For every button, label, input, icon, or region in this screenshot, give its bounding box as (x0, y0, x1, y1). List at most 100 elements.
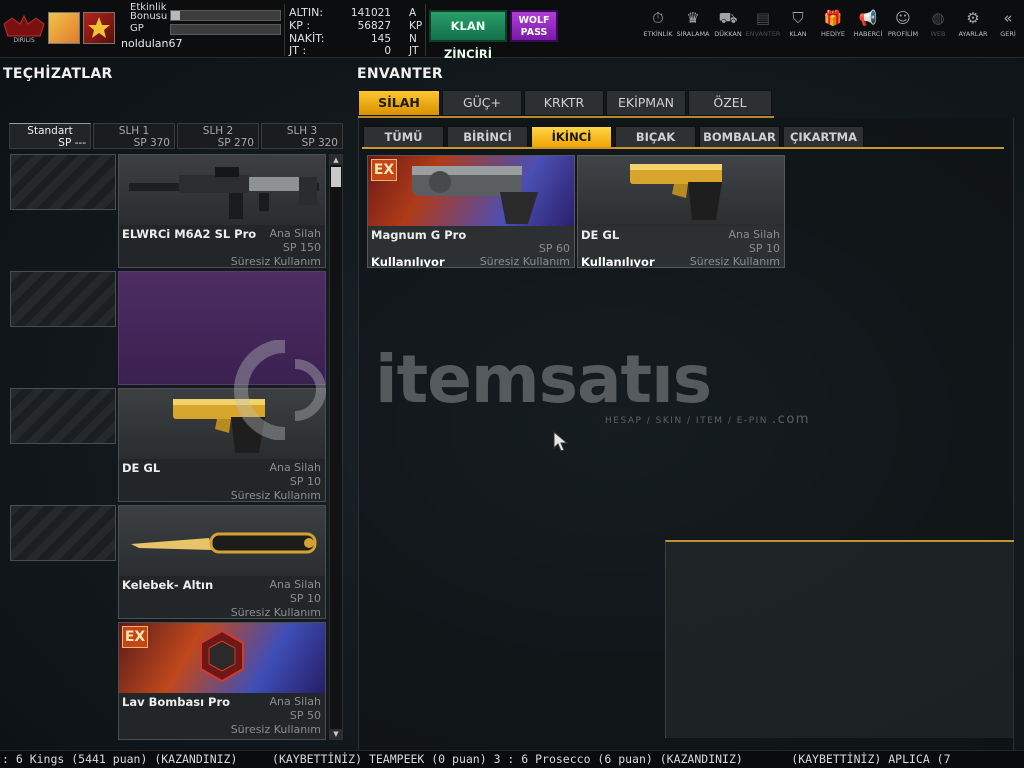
subtab-tumu[interactable]: TÜMÜ (363, 126, 444, 148)
cart-icon: ⛟ (718, 9, 738, 27)
weapon-name: Kelebek- Altın (122, 578, 214, 592)
nav-label: WEB (930, 30, 946, 38)
currency-value: 56827 (357, 20, 391, 32)
weapon-duration: Süresiz Kullanım (230, 606, 321, 619)
mouse-cursor-icon (553, 431, 569, 452)
username: noldulan67 (121, 37, 183, 50)
slot-tab-slh2[interactable]: SLH 2 SP 270 (177, 123, 259, 149)
nav-cart[interactable]: ⛟ DÜKKAN (710, 9, 746, 38)
inventory-title: ENVANTER (357, 66, 444, 82)
slot-tab-sp: SP 370 (133, 137, 170, 149)
slot-tab-slh3[interactable]: SLH 3 SP 320 (261, 123, 343, 149)
item-sp: SP 10 (748, 242, 780, 255)
empty-sticker-slot[interactable] (10, 154, 116, 210)
inventory-item[interactable]: EX Magnum G Pro SP 60 Kullanılıyor Süres… (367, 155, 575, 268)
watermark: itemsatıs HESAP / SKIN / ITEM / E-PIN .co… (215, 340, 815, 440)
currency-unit: KP (409, 20, 423, 32)
weapon-type: Ana Silah (269, 695, 321, 708)
nav-label: PROFİLİM (887, 30, 919, 38)
gear-icon: ⚙ (966, 9, 980, 27)
nav-gift[interactable]: 🎁 HEDİYE (815, 9, 851, 38)
bonus-label-2: Bonusu (130, 11, 168, 22)
empty-sticker-slot[interactable] (10, 505, 116, 561)
inventory-item[interactable]: DE GL Ana Silah SP 10 Kullanılıyor Süres… (577, 155, 785, 268)
nav-gear[interactable]: ⚙ AYARLAR (955, 9, 991, 38)
gp-label: GP (130, 23, 144, 34)
nav-inventory[interactable]: ▤ ENVANTER (745, 9, 781, 38)
profile-icon: ☺ (895, 9, 911, 27)
tab-silah[interactable]: SİLAH (358, 90, 440, 116)
item-name: Magnum G Pro (371, 228, 467, 242)
klan-zinciri-button[interactable]: KLAN ZİNCİRİ (429, 10, 507, 61)
tab-ozel[interactable]: ÖZEL (688, 90, 772, 116)
back-icon: « (1003, 9, 1013, 27)
nav-profile[interactable]: ☺ PROFİLİM (885, 9, 921, 38)
globe-icon: ◍ (931, 9, 945, 27)
slot-tab-name: SLH 2 (202, 125, 234, 137)
currency-value: 141021 (350, 7, 391, 19)
empty-sticker-slot[interactable] (10, 271, 116, 327)
weapon-image (119, 155, 325, 225)
subtab-cikartma[interactable]: ÇIKARTMA (783, 126, 864, 148)
watermark-subtext: HESAP / SKIN / ITEM / E-PIN .com (605, 412, 810, 427)
nav-medal[interactable]: ♛ SIRALAMA (675, 9, 711, 38)
magnum-image: EX (368, 156, 574, 226)
scroll-thumb[interactable] (331, 167, 341, 187)
nav-megaphone[interactable]: 📢 HABERCİ (850, 9, 886, 38)
ex-tag: EX (122, 626, 148, 648)
equipped-weapon-card[interactable]: ELWRCi M6A2 SL Pro Ana Silah SP 150 Süre… (118, 154, 326, 268)
subtab-ikinci[interactable]: İKİNCİ (531, 126, 612, 148)
nav-label: ETKİNLİK (643, 30, 673, 38)
watermark-suffix: .com (772, 412, 810, 427)
inventory-icon: ▤ (755, 9, 771, 27)
ex-tag: EX (371, 159, 397, 181)
equipped-grenade-card[interactable]: EX Lav Bombası Pro Ana Silah SP 50 Süres… (118, 622, 326, 740)
slot-tab-sp: SP --- (58, 137, 86, 149)
svg-text:DIRILIS: DIRILIS (13, 37, 34, 44)
currency-unit: N (409, 33, 417, 45)
nav-label: KLAN (789, 30, 807, 38)
weapon-duration: Süresiz Kullanım (230, 255, 321, 268)
equipment-scrollbar[interactable]: ▲ ▼ (329, 154, 343, 740)
game-logo: DIRILIS (3, 14, 45, 44)
nav-globe[interactable]: ◍ WEB (920, 9, 956, 38)
nav-label: GERİ (1000, 30, 1016, 38)
gift-icon: 🎁 (823, 9, 843, 27)
scroll-down-icon[interactable]: ▼ (330, 729, 342, 739)
tab-ekipman[interactable]: EKİPMAN (606, 90, 686, 116)
subtab-birinci[interactable]: BİRİNCİ (447, 126, 528, 148)
subtab-bombalar[interactable]: BOMBALAR (699, 126, 780, 148)
inventory-tabs: SİLAH GÜÇ+ KRKTR EKİPMAN ÖZEL (358, 90, 1018, 118)
profile-portrait[interactable] (48, 12, 80, 44)
subtab-bicak[interactable]: BIÇAK (615, 126, 696, 148)
item-sp: SP 60 (538, 242, 570, 255)
slot-tab-name: SLH 1 (118, 125, 150, 137)
news-ticker: : 6 Kings (5441 puan) (KAZANDINIZ) (KAYB… (0, 750, 1024, 768)
equipped-knife-card[interactable]: Kelebek- Altın Ana Silah SP 10 Süresiz K… (118, 505, 326, 619)
wolf-pass-label-2: PASS (520, 27, 548, 38)
grenade-image: EX (119, 623, 325, 693)
ticker-text: : 6 Kings (5441 puan) (KAZANDINIZ) (KAYB… (2, 752, 951, 766)
weapon-sp: SP 10 (289, 592, 321, 605)
nav-back[interactable]: « GERİ (990, 9, 1024, 38)
nav-label: HABERCİ (853, 30, 883, 38)
tab-krktr[interactable]: KRKTR (524, 90, 604, 116)
item-status: Kullanılıyor (371, 255, 445, 268)
item-type: Ana Silah (728, 228, 780, 241)
scroll-up-icon[interactable]: ▲ (330, 155, 342, 165)
tab-guc[interactable]: GÜÇ+ (442, 90, 522, 116)
nav-shield[interactable]: ⛉ KLAN (780, 9, 816, 38)
empty-sticker-slot[interactable] (10, 388, 116, 444)
knife-image (119, 506, 325, 576)
weapon-name: ELWRCi M6A2 SL Pro (122, 227, 257, 241)
slot-tab-standart[interactable]: Standart SP --- (9, 123, 91, 149)
medal-icon: ♛ (686, 9, 700, 27)
item-detail-panel (665, 540, 1014, 738)
tab-underline (358, 116, 774, 118)
watermark-logo-icon (234, 340, 326, 440)
nav-label: AYARLAR (958, 30, 988, 38)
slot-tab-slh1[interactable]: SLH 1 SP 370 (93, 123, 175, 149)
weapon-type: Ana Silah (269, 578, 321, 591)
nav-stopwatch[interactable]: ⏱ ETKİNLİK (640, 9, 676, 38)
wolf-pass-button[interactable]: WOLF PASS (510, 10, 558, 42)
